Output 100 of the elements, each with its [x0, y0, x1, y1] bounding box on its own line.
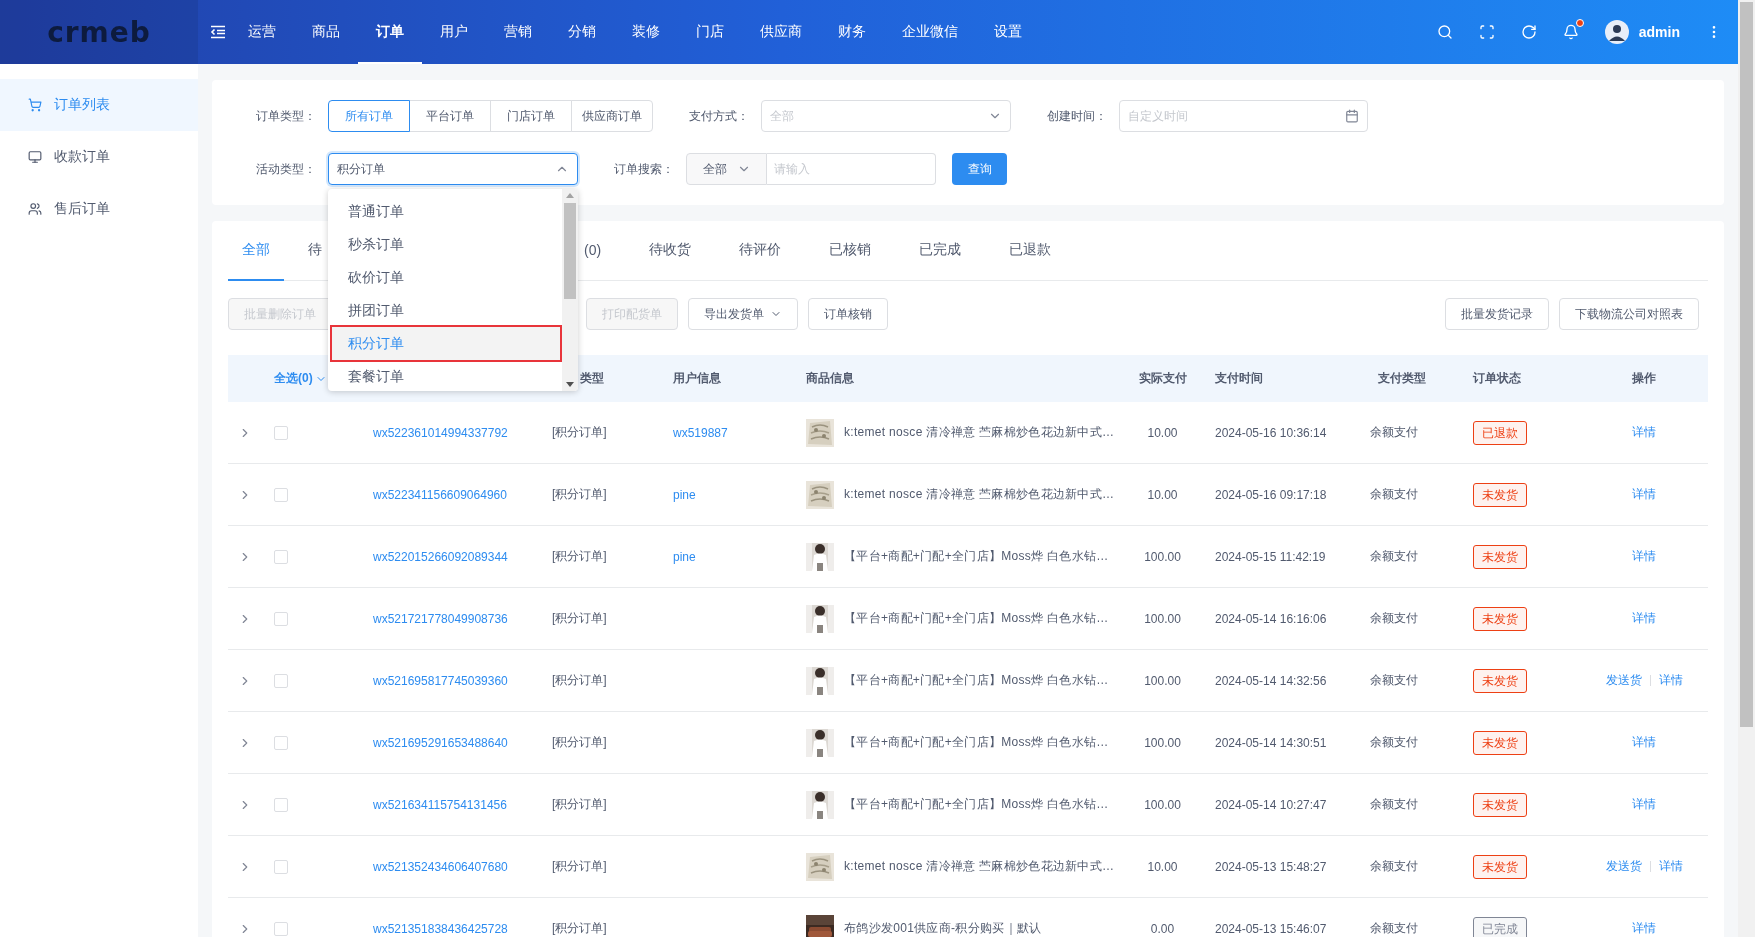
nav-item[interactable]: 运营 — [230, 0, 294, 64]
field-label: 活动类型： — [255, 160, 317, 178]
row-checkbox[interactable] — [274, 611, 288, 626]
activity-select[interactable]: 积分订单 — [328, 153, 578, 185]
order-number-link[interactable]: wx521695291653488640 — [373, 735, 508, 750]
action-link[interactable]: 详情 — [1632, 610, 1656, 627]
scope-select[interactable]: 全部 — [686, 153, 767, 185]
nav-item[interactable]: 商品 — [294, 0, 358, 64]
pay-type: 余额支付 — [1369, 424, 1419, 441]
order-number-link[interactable]: wx522361014994337792 — [373, 425, 508, 440]
nav-item[interactable]: 营销 — [486, 0, 550, 64]
action-link[interactable]: 详情 — [1632, 424, 1656, 441]
row-checkbox[interactable] — [274, 735, 288, 750]
column-header: 操作 — [1631, 370, 1657, 387]
user-link[interactable]: pine — [673, 549, 696, 564]
order-type: [积分订单] — [551, 920, 608, 937]
tab[interactable]: 已完成 — [905, 221, 976, 281]
goods-name: k:temet nosce 清冷禅意 苎麻棉炒色花边新中式… — [844, 858, 1115, 875]
field-label: 支付方式： — [688, 107, 750, 125]
order-type: [积分订单] — [551, 734, 608, 751]
paid-amount: 100.00 — [1143, 549, 1182, 564]
nav-item[interactable]: 门店 — [678, 0, 742, 64]
paid-time: 2024-05-15 11:42:19 — [1214, 549, 1327, 564]
row-checkbox[interactable] — [274, 797, 288, 812]
paid-amount: 100.00 — [1143, 611, 1182, 626]
field-label: 订单类型： — [255, 107, 317, 125]
pay-type: 余额支付 — [1369, 610, 1419, 627]
user-link[interactable]: wx519887 — [673, 425, 728, 440]
row-checkbox[interactable] — [274, 425, 288, 440]
action-link[interactable]: 详情 — [1632, 920, 1656, 937]
toolbar-button[interactable]: 下载物流公司对照表 — [1559, 298, 1699, 330]
goods-name: 【平台+商配+门配+全门店】Moss烨 白色水钻… — [844, 734, 1109, 751]
status-tag: 已完成 — [1473, 916, 1527, 937]
refresh-icon[interactable] — [1520, 24, 1537, 40]
order-type: [积分订单] — [551, 672, 608, 689]
nav-item[interactable]: 分销 — [550, 0, 614, 64]
nav-item[interactable]: 供应商 — [742, 0, 820, 64]
scrollbar[interactable] — [1738, 0, 1755, 937]
order-number-link[interactable]: wx521351838436425728 — [373, 921, 508, 936]
row-checkbox[interactable] — [274, 673, 288, 688]
select-all[interactable]: 全选(0) — [274, 370, 327, 387]
toolbar-button[interactable]: 导出发货单 — [688, 298, 798, 330]
nav-item[interactable]: 设置 — [976, 0, 1040, 64]
order-type-option[interactable]: 平台订单 — [409, 100, 491, 132]
order-type: [积分订单] — [551, 424, 608, 441]
tab[interactable]: 已退款 — [995, 221, 1066, 281]
toolbar-button[interactable]: 批量发货记录 — [1445, 298, 1549, 330]
fullscreen-icon[interactable] — [1478, 24, 1495, 40]
action-link[interactable]: 详情 — [1632, 796, 1656, 813]
nav-item[interactable]: 用户 — [422, 0, 486, 64]
order-number-link[interactable]: wx521352434606407680 — [373, 859, 508, 874]
field-label: 创建时间： — [1046, 107, 1108, 125]
tab[interactable]: 待收货 — [635, 221, 706, 281]
menu-icon[interactable] — [210, 24, 226, 40]
paid-amount: 10.00 — [1146, 487, 1179, 502]
order-number-link[interactable]: wx521721778049908736 — [373, 611, 508, 626]
order-type: [积分订单] — [551, 548, 608, 565]
row-checkbox[interactable] — [274, 859, 288, 874]
row-checkbox[interactable] — [274, 921, 288, 936]
calendar-icon — [1345, 109, 1359, 123]
tab[interactable]: 待评价 — [725, 221, 796, 281]
column-header: 支付类型 — [1377, 370, 1427, 387]
order-type-option[interactable]: 所有订单 — [328, 100, 410, 132]
avatar[interactable] — [1604, 20, 1629, 44]
user-name[interactable]: admin — [1638, 24, 1680, 40]
order-type-option[interactable]: 供应商订单 — [571, 100, 653, 132]
row-checkbox[interactable] — [274, 549, 288, 564]
action-link[interactable]: 详情 — [1632, 734, 1656, 751]
order-number-link[interactable]: wx522015266092089344 — [373, 549, 508, 564]
column-header: 支付时间 — [1214, 370, 1264, 387]
action-link[interactable]: 发送货 — [1605, 858, 1642, 875]
action-link[interactable]: 详情 — [1632, 486, 1656, 503]
order-number-link[interactable]: wx521695817745039360 — [373, 673, 508, 688]
action-link[interactable]: 详情 — [1632, 548, 1656, 565]
nav-item[interactable]: 装修 — [614, 0, 678, 64]
nav-item[interactable]: 财务 — [820, 0, 884, 64]
action-link[interactable]: 详情 — [1658, 858, 1683, 875]
nav-item[interactable]: 企业微信 — [884, 0, 976, 64]
tab[interactable]: 全部 — [228, 221, 284, 281]
search-icon[interactable] — [1436, 24, 1453, 40]
status-tag: 未发货 — [1473, 482, 1527, 507]
query-button[interactable]: 查询 — [952, 153, 1007, 185]
action-link[interactable]: 详情 — [1658, 672, 1683, 689]
dropdown-option[interactable]: 套餐订单 — [332, 360, 560, 391]
scrollbar[interactable] — [562, 189, 578, 391]
goods-name: 【平台+商配+门配+全门店】Moss烨 白色水钻… — [844, 672, 1109, 689]
column-header: 类型 — [579, 370, 605, 387]
dropdown-option[interactable]: 积分订单 — [332, 327, 560, 360]
order-type-option[interactable]: 门店订单 — [490, 100, 572, 132]
paid-time: 2024-05-16 09:17:18 — [1214, 487, 1328, 502]
action-link[interactable]: 发送货 — [1605, 672, 1642, 689]
row-checkbox[interactable] — [274, 487, 288, 502]
paid-time: 2024-05-14 16:16:06 — [1214, 611, 1328, 626]
user-link[interactable]: pine — [673, 487, 696, 502]
sidebar-item[interactable]: 订单列表 — [0, 79, 198, 131]
order-number-link[interactable]: wx522341156609064960 — [373, 487, 507, 502]
toolbar-button[interactable]: 订单核销 — [808, 298, 888, 330]
tab[interactable]: 已核销 — [815, 221, 886, 281]
tab[interactable]: (0) — [570, 221, 616, 281]
order-number-link[interactable]: wx521634115754131456 — [373, 797, 507, 812]
